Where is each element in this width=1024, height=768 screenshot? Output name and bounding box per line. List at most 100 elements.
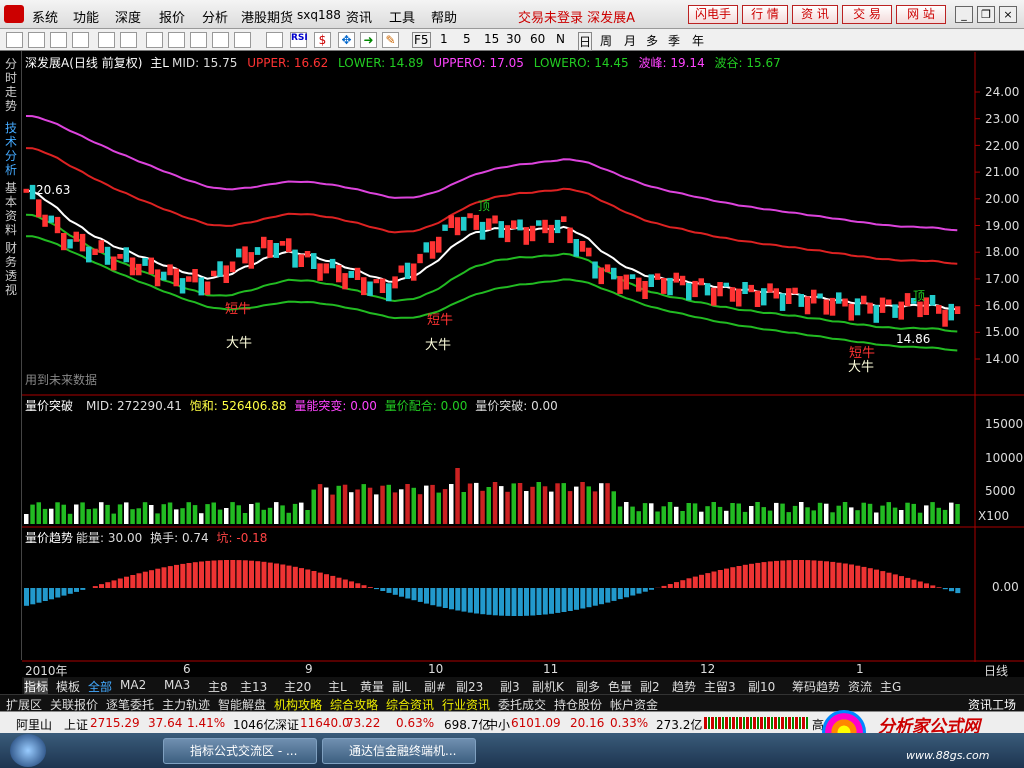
indicator-tab[interactable]: 副3	[500, 678, 520, 695]
volume-bar	[49, 508, 54, 524]
trend-bar	[180, 563, 186, 588]
candle	[767, 283, 773, 293]
future-data-note: 用到未来数据	[25, 373, 98, 387]
candle	[54, 216, 61, 234]
candle	[898, 301, 904, 320]
candle	[461, 216, 467, 231]
trend-bar	[536, 588, 542, 615]
indicator-tab[interactable]: 主G	[880, 678, 901, 695]
big-bull-signal: 大牛	[226, 336, 253, 351]
volume-bar	[936, 507, 941, 524]
volume-bar	[249, 504, 254, 524]
volume-bar	[474, 482, 479, 524]
index-name[interactable]: 深证	[275, 716, 299, 733]
volume-bar	[405, 484, 410, 524]
index-change: 37.64	[148, 716, 183, 730]
candle	[573, 239, 579, 257]
volume-bar	[167, 502, 173, 524]
candle	[536, 220, 542, 226]
chart-area[interactable]	[0, 0, 1024, 768]
candle	[623, 274, 629, 290]
vol-panel-title: 量价突破	[25, 399, 74, 413]
candle	[354, 267, 361, 280]
indicator-tab[interactable]: 指标	[24, 678, 49, 695]
vol-unit: X100	[978, 509, 1010, 523]
indicator-tab[interactable]: 主留3	[704, 678, 736, 695]
candle	[779, 293, 786, 311]
indicator-tab[interactable]: 副#	[424, 678, 446, 695]
volume-bar	[99, 502, 104, 524]
x-label: 9	[305, 662, 313, 676]
trend-bar	[861, 566, 867, 588]
trend-bar	[636, 588, 642, 594]
trend-bar	[586, 588, 592, 608]
big-bull-signal: 大牛	[848, 360, 875, 375]
trend-bar	[805, 560, 811, 588]
indicator-tab[interactable]: 主13	[240, 678, 267, 695]
indicator-tab[interactable]: 资流	[848, 678, 872, 695]
candle	[598, 267, 604, 285]
candle	[811, 289, 817, 304]
index-value: 11640.0	[300, 716, 350, 730]
candle	[667, 277, 673, 296]
trend-tick: 0.00	[992, 580, 1019, 594]
volume-bar	[480, 490, 485, 524]
volume-bar	[699, 511, 704, 524]
trend-bar	[261, 561, 267, 588]
start-orb-icon[interactable]	[10, 734, 46, 767]
indicator-tab[interactable]: 趋势	[672, 678, 696, 695]
indicator-tab[interactable]: 副机K	[532, 678, 564, 695]
volume-bar	[855, 510, 860, 524]
candle	[829, 297, 836, 316]
trend-bar	[36, 588, 42, 603]
trend-bar	[730, 567, 736, 588]
candle	[336, 265, 342, 283]
indicator-tab[interactable]: 副10	[748, 678, 775, 695]
candle	[617, 276, 623, 294]
indicator-tab[interactable]: MA3	[164, 678, 190, 692]
status-stock[interactable]: 阿里山	[16, 716, 52, 733]
taskbar-item-terminal[interactable]: 通达信金融终端机...	[322, 738, 476, 764]
taskbar-item-forum[interactable]: 指标公式交流区 - ...	[163, 738, 317, 764]
candle	[529, 225, 536, 242]
indicator-tab[interactable]: 主20	[284, 678, 311, 695]
indicator-tab[interactable]: 黄量	[360, 678, 384, 695]
volume-bar	[617, 506, 623, 524]
price-tick: 17.00	[985, 272, 1020, 286]
candle	[486, 218, 492, 230]
volume-bar	[817, 502, 823, 524]
volume-bar	[355, 489, 360, 524]
volume-bar	[842, 502, 848, 524]
trend-bar	[342, 579, 348, 588]
index-name[interactable]: 中小	[486, 716, 510, 733]
candle	[29, 184, 36, 200]
indicator-tab[interactable]: 色量	[608, 678, 632, 695]
volume-bar	[217, 509, 223, 524]
indicator-tab[interactable]: 副23	[456, 678, 483, 695]
indicator-tab[interactable]: 副L	[392, 678, 411, 695]
trend-bar	[336, 577, 342, 588]
indicator-tab[interactable]: 模板	[56, 678, 80, 695]
indicator-tab[interactable]: 主L	[328, 678, 347, 695]
candle	[729, 287, 736, 302]
trend-bar	[949, 588, 954, 592]
volume-bar	[792, 505, 798, 524]
volume-bar	[836, 505, 841, 524]
trend-bar	[474, 588, 479, 614]
indicator-tab[interactable]: MA2	[120, 678, 146, 692]
volume-bar	[736, 503, 741, 524]
trend-bar	[761, 562, 767, 588]
index-name[interactable]: 上证	[64, 716, 88, 733]
candle	[604, 264, 611, 273]
candle	[111, 256, 117, 271]
indicator-tab[interactable]: 筹码趋势	[792, 678, 840, 695]
volume-bar	[674, 506, 679, 524]
indicator-tab[interactable]: 副2	[640, 678, 660, 695]
trend-bar	[624, 588, 629, 598]
indicator-tab[interactable]: 全部	[88, 678, 112, 695]
volume-bar	[849, 507, 854, 524]
indicator-tab[interactable]: 主8	[208, 678, 228, 695]
indicator-tab[interactable]: 副多	[576, 678, 600, 695]
upper-outer-band	[25, 115, 958, 232]
volume-bar	[436, 492, 441, 524]
